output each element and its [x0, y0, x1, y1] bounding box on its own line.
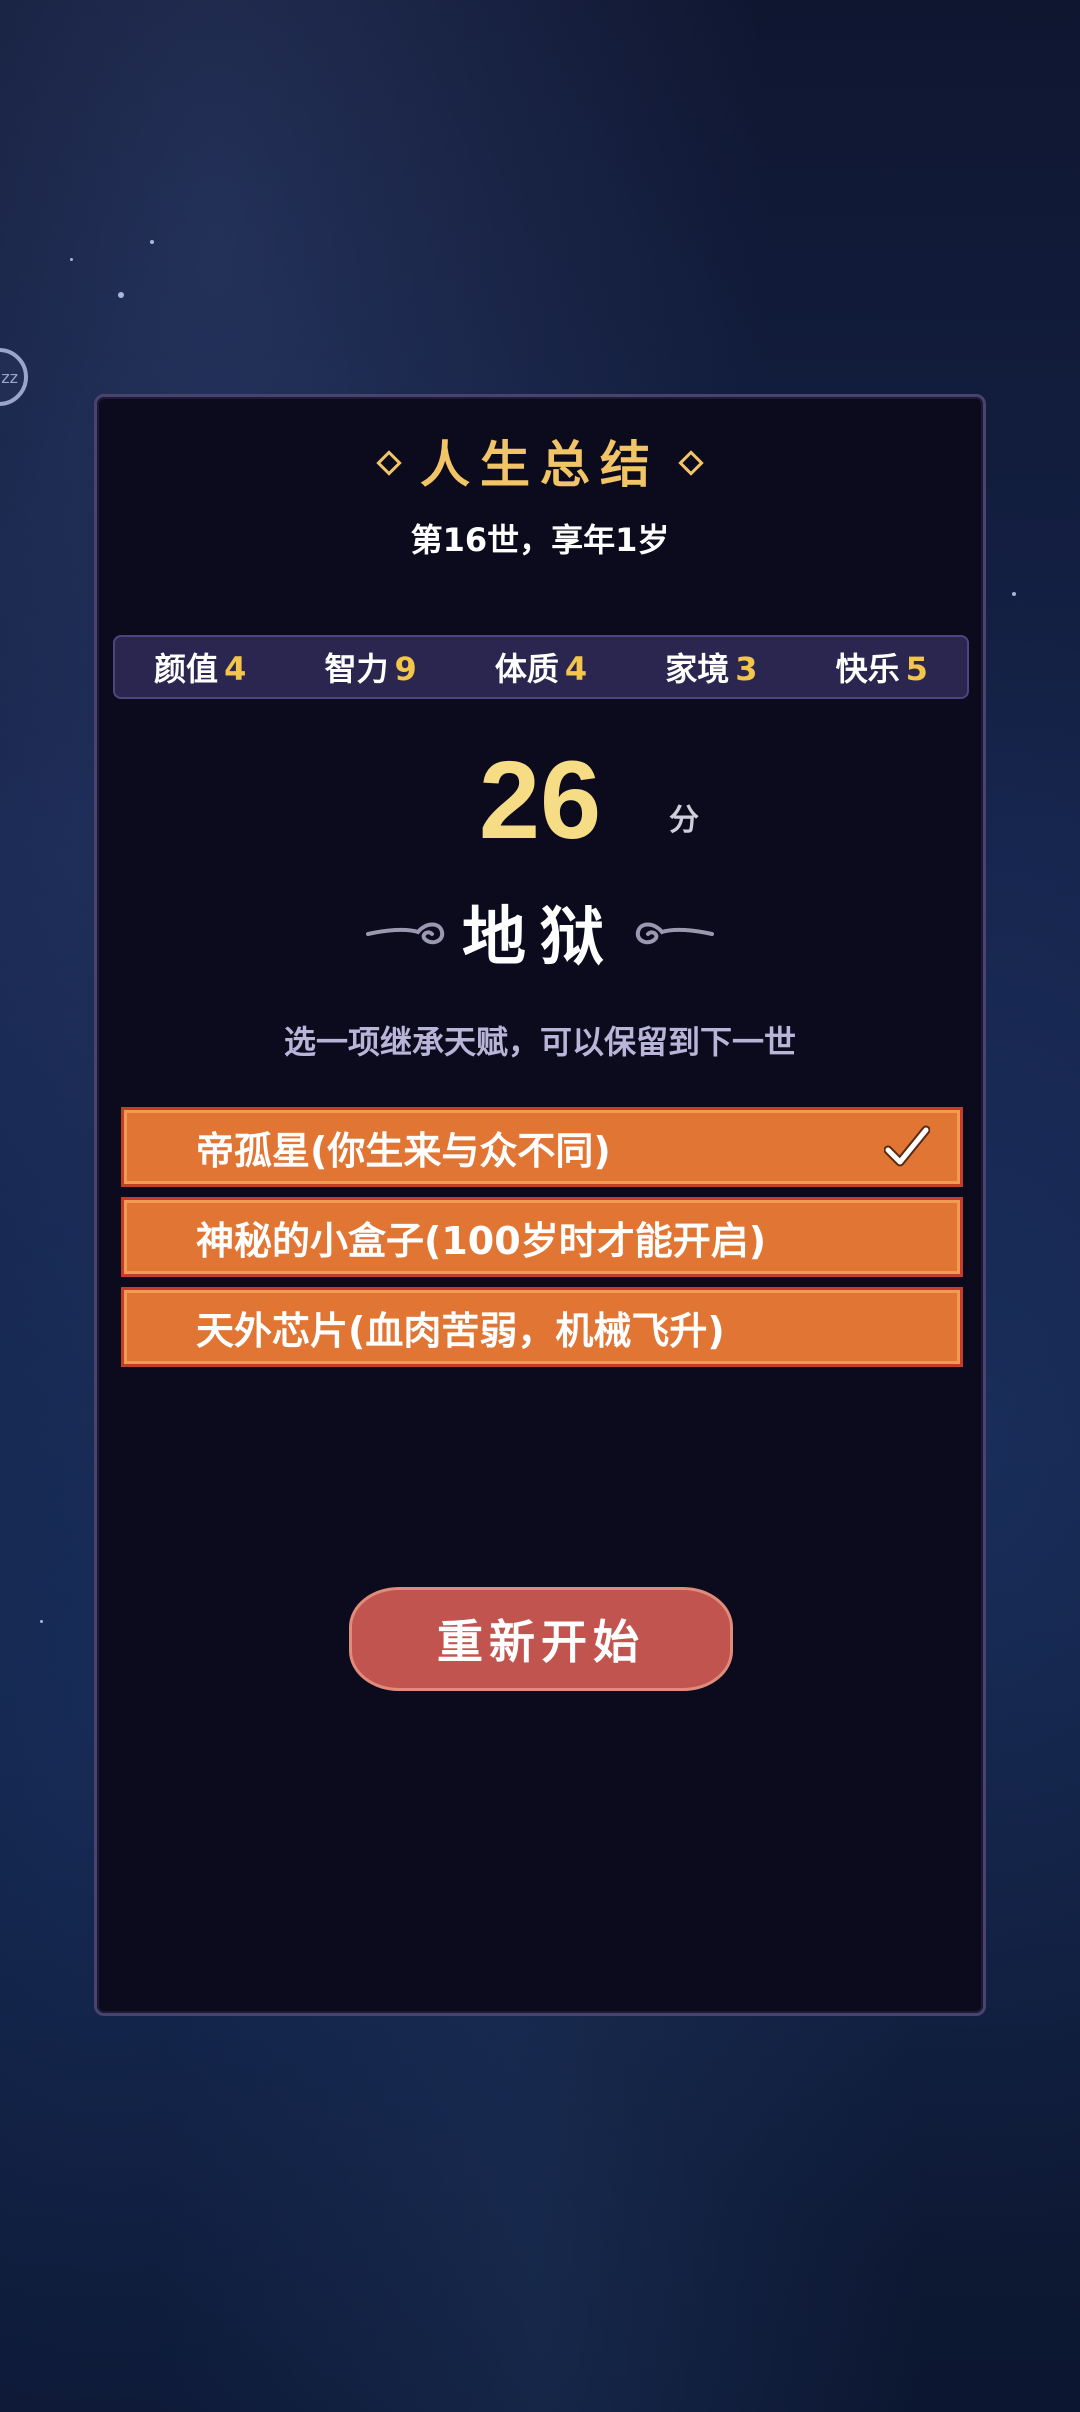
stat-appearance: 颜值 4 [154, 644, 246, 690]
stat-label: 体质 [494, 650, 559, 688]
restart-button[interactable]: 重新开始 [349, 1587, 733, 1691]
stat-value: 5 [905, 650, 928, 688]
stat-happiness: 快乐 5 [836, 644, 928, 690]
cloud-ornament-left-icon [366, 922, 445, 945]
cloud-ornament-right-icon [635, 922, 714, 945]
score-display: 26 分 [97, 737, 983, 862]
stat-value: 4 [564, 650, 588, 688]
star [150, 240, 154, 244]
attribute-bar: 颜值 4 智力 9 体质 4 家境 3 快乐 5 [113, 635, 969, 699]
inherit-hint: 选一项继承天赋，可以保留到下一世 [283, 1023, 796, 1061]
score-value: 26 [478, 739, 602, 862]
score-unit: 分 [669, 803, 699, 838]
talent-label: 天外芯片(血肉苦弱，机械飞升) [196, 1308, 725, 1353]
stat-value: 9 [394, 650, 417, 688]
stat-value: 3 [735, 650, 758, 688]
check-icon [884, 1125, 930, 1167]
stat-value: 4 [224, 650, 247, 688]
life-summary-panel: 人生总结 第16世，享年1岁 颜值 4 智力 9 体质 4 家境 3 快乐 5 26 分 … [94, 394, 986, 2016]
talent-label: 帝孤星(你生来与众不同) [196, 1128, 611, 1173]
floating-assist-label: zz [1, 367, 18, 387]
talent-option-2[interactable]: 神秘的小盒子(100岁时才能开启) [121, 1197, 963, 1277]
floating-assist-button[interactable]: zz [0, 348, 28, 406]
life-subtitle: 第16世，享年1岁 [410, 521, 670, 559]
stat-intelligence: 智力 9 [324, 644, 416, 690]
stat-label: 快乐 [835, 650, 900, 688]
stat-label: 家境 [665, 650, 730, 688]
summary-title-row: 人生总结 [97, 425, 983, 497]
star [1012, 592, 1016, 596]
grade-label: 地狱 [462, 900, 618, 975]
star [70, 258, 73, 261]
talent-option-1[interactable]: 帝孤星(你生来与众不同) [121, 1107, 963, 1187]
talent-option-3[interactable]: 天外芯片(血肉苦弱，机械飞升) [121, 1287, 963, 1367]
talent-label: 神秘的小盒子(100岁时才能开启) [196, 1218, 767, 1263]
stat-family: 家境 3 [665, 644, 757, 690]
star [40, 1620, 43, 1623]
diamond-left-icon [376, 450, 402, 476]
stat-label: 颜值 [154, 650, 219, 688]
grade-row: 地狱 [97, 887, 983, 977]
stat-label: 智力 [324, 650, 389, 688]
star [118, 292, 124, 298]
summary-title: 人生总结 [420, 435, 660, 494]
stat-constitution: 体质 4 [495, 644, 587, 690]
diamond-right-icon [678, 450, 704, 476]
